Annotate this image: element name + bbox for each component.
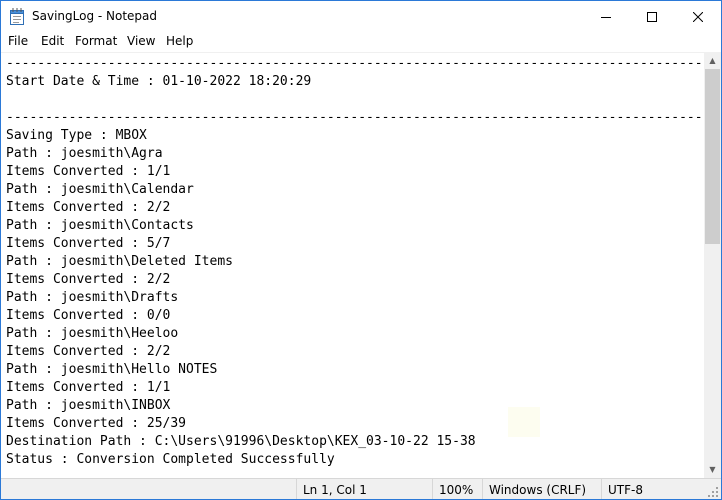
close-icon <box>693 11 703 22</box>
menu-edit[interactable]: Edit <box>41 34 64 48</box>
editor-text: ----------------------------------------… <box>6 56 703 467</box>
text-editor[interactable]: ----------------------------------------… <box>1 52 704 479</box>
resize-grip-icon[interactable] <box>707 486 719 498</box>
line-endings: Windows (CRLF) <box>482 479 601 499</box>
menu-help[interactable]: Help <box>166 34 193 48</box>
notepad-icon <box>10 8 24 25</box>
title-bar[interactable]: SavingLog - Notepad <box>1 1 721 32</box>
menu-format[interactable]: Format <box>75 34 117 48</box>
scroll-thumb[interactable] <box>705 69 720 244</box>
cursor-position: Ln 1, Col 1 <box>296 479 432 499</box>
zoom-level: 100% <box>432 479 482 499</box>
encoding: UTF-8 <box>601 479 705 499</box>
close-button[interactable] <box>675 1 721 32</box>
scroll-up-icon[interactable]: ▲ <box>704 52 721 69</box>
notepad-window: SavingLog - Notepad File Edit Format Vie… <box>0 0 722 500</box>
minimize-button[interactable] <box>583 1 629 32</box>
menu-file[interactable]: File <box>8 34 28 48</box>
vertical-scrollbar[interactable]: ▲ ▼ <box>704 52 721 478</box>
minimize-icon <box>601 16 611 18</box>
maximize-icon <box>647 11 657 22</box>
window-title: SavingLog - Notepad <box>32 9 158 23</box>
menu-view[interactable]: View <box>127 34 155 48</box>
status-bar: Ln 1, Col 1 100% Windows (CRLF) UTF-8 <box>1 478 721 499</box>
menu-bar: File Edit Format View Help <box>1 32 721 52</box>
scroll-down-icon[interactable]: ▼ <box>704 461 721 478</box>
maximize-button[interactable] <box>629 1 675 32</box>
